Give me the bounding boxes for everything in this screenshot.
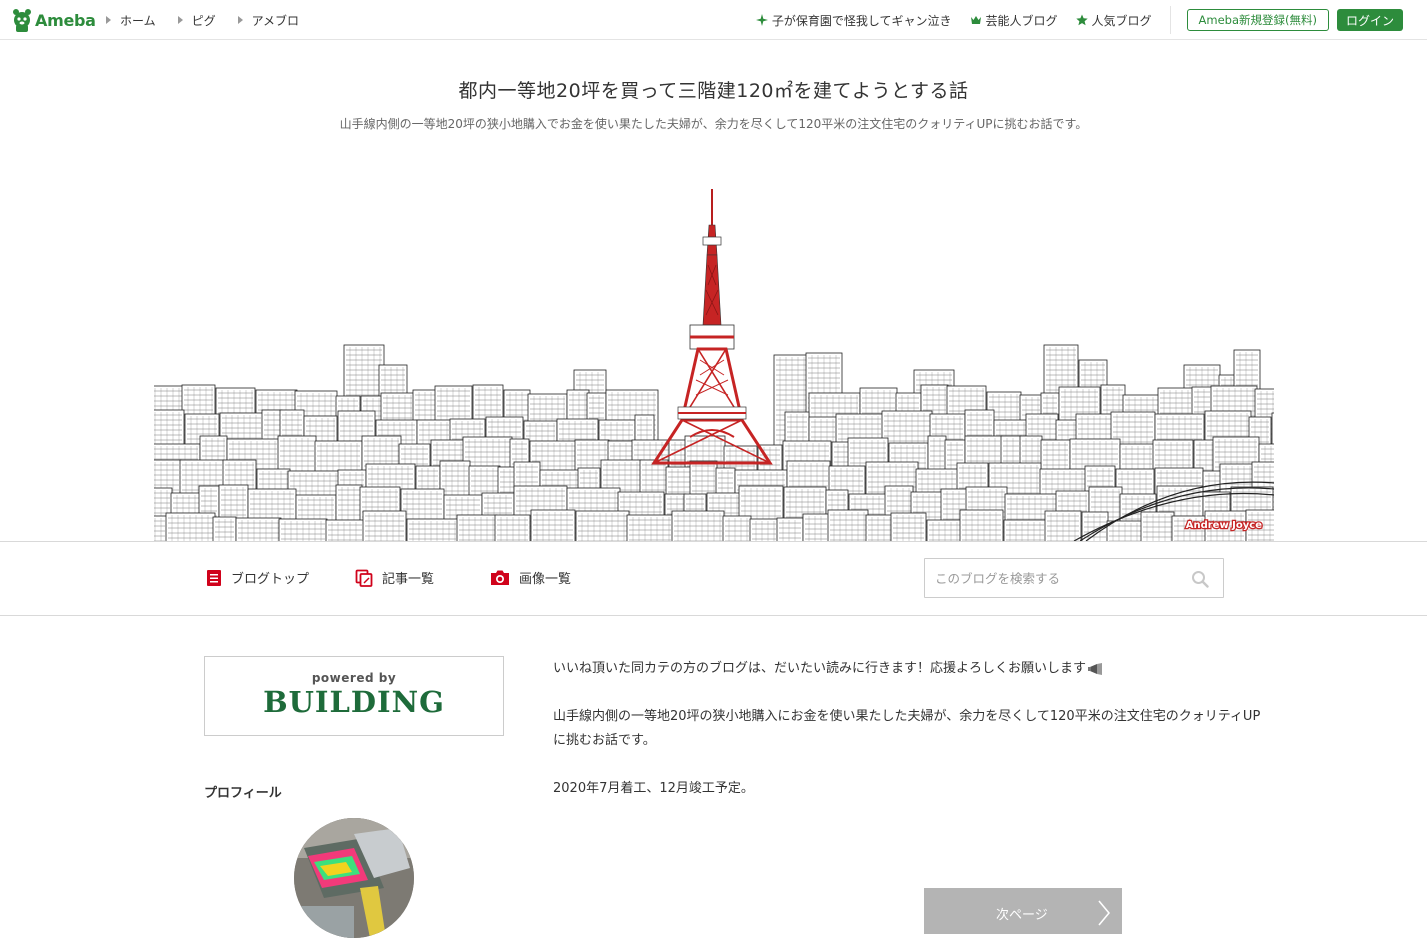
trending-link-celebrity[interactable]: 芸能人ブログ [970,12,1058,29]
global-header: Ameba ホーム ピグ アメブロ 子が保育園で怪我してギャン泣き 芸能人ブログ [0,0,1427,40]
avatar-photo [294,818,414,938]
tokyo-skyline-illustration: Andrew Joyce [154,185,1274,541]
illustration-credit: Andrew Joyce [1186,520,1262,531]
caret-right-icon [106,16,111,24]
banner-brand: BUILDING [205,685,503,719]
next-page-button[interactable]: 次ページ [924,888,1122,934]
blog-title[interactable]: 都内一等地20坪を買って三階建120㎡を建てようとする話 [0,76,1427,103]
header-illustration: Andrew Joyce [154,185,1274,541]
next-page-label: 次ページ [996,904,1048,923]
trending-link-popular[interactable]: 人気ブログ [1076,12,1152,29]
building-banner[interactable]: powered by BUILDING [204,656,504,736]
nav-link-label: アメブロ [252,12,299,29]
star-icon [1076,14,1088,26]
profile-heading: プロフィール [204,782,282,801]
menu-label: ブログトップ [231,568,309,587]
trending-link-label: 芸能人ブログ [986,12,1058,29]
ameba-mascot-icon [12,8,32,32]
menu-blog-top[interactable]: ブログトップ [206,568,309,587]
blog-description: 山手線内側の一等地20坪の狭小地購入でお金を使い果たした夫婦が、余力を尽くして1… [0,115,1427,132]
blog-search-box [924,558,1224,598]
camera-icon [490,569,510,586]
blog-about: いいね頂いた同カテの方のブログは、だいたい読みに行きます！応援よろしくお願いしま… [553,657,1273,825]
trending-link-label: 人気ブログ [1092,12,1152,29]
profile-avatar[interactable] [294,818,414,938]
blog-menu-bar: ブログトップ 記事一覧 画像一覧 [0,541,1427,616]
global-actions: 子が保育園で怪我してギャン泣き 芸能人ブログ 人気ブログ Ameba新規登録(無… [756,0,1427,40]
trending-link-label: 子が保育園で怪我してギャン泣き [772,12,952,29]
about-paragraph: 2020年7月着工、12月竣工予定。 [553,777,1273,801]
trending-link-topic[interactable]: 子が保育園で怪我してギャン泣き [756,12,952,29]
menu-label: 画像一覧 [519,568,571,587]
divider [1170,6,1171,34]
caret-right-icon [238,16,243,24]
sparkle-icon [756,14,768,26]
crown-icon [970,14,982,26]
about-paragraph: 山手線内側の一等地20坪の狭小地購入にお金を使い果たした夫婦が、余力を尽くして1… [553,705,1273,753]
nav-link-home[interactable]: ホーム [106,12,156,29]
caret-right-icon [178,16,183,24]
copy-icon [355,569,373,587]
tokyo-tower-illustration [654,189,770,463]
nav-link-ameblo[interactable]: アメブロ [238,12,299,29]
about-paragraph: いいね頂いた同カテの方のブログは、だいたい読みに行きます！応援よろしくお願いしま… [553,657,1273,681]
megaphone-icon [1088,663,1104,675]
ameba-logo[interactable]: Ameba [12,7,96,33]
menu-label: 記事一覧 [382,568,434,587]
register-button[interactable]: Ameba新規登録(無料) [1187,9,1329,31]
search-icon[interactable] [1191,570,1209,588]
nav-link-pigg[interactable]: ピグ [178,12,216,29]
menu-image-list[interactable]: 画像一覧 [490,568,571,587]
document-icon [206,569,222,587]
nav-link-label: ピグ [192,12,216,29]
global-nav: ホーム ピグ アメブロ [106,0,321,40]
chevron-right-icon [1098,900,1110,926]
menu-article-list[interactable]: 記事一覧 [355,568,434,587]
about-text: いいね頂いた同カテの方のブログは、だいたい読みに行きます！応援よろしくお願いしま… [553,661,1086,676]
banner-powered-by: powered by [205,671,503,685]
blog-search-input[interactable] [935,559,1185,597]
nav-link-label: ホーム [120,12,156,29]
logo-text: Ameba [35,11,96,30]
login-button[interactable]: ログイン [1337,9,1403,31]
